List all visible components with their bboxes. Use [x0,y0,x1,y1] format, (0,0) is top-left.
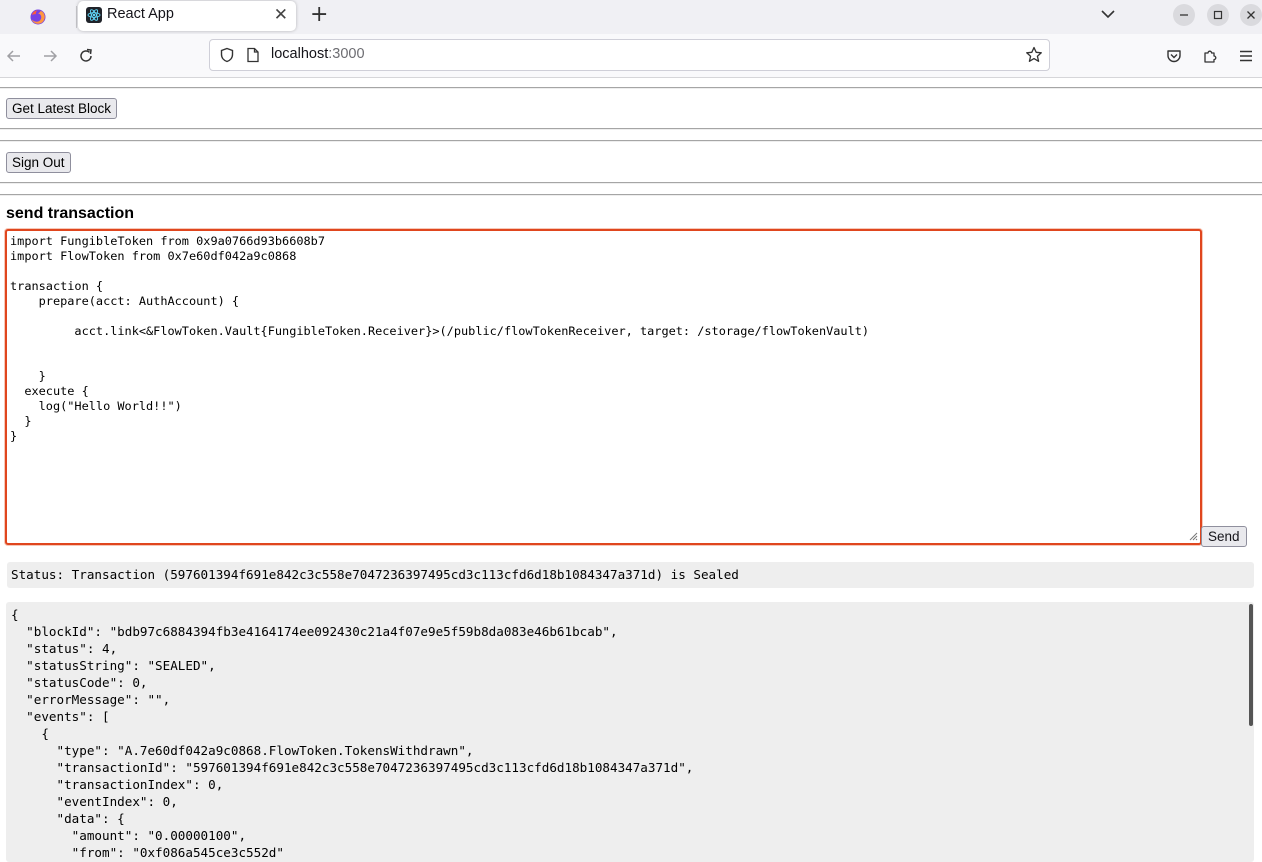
reload-button[interactable] [76,46,96,66]
tab-react-app[interactable]: React App ✕ [78,1,296,31]
hamburger-menu-icon [1240,50,1252,62]
divider [0,87,1262,89]
forward-arrow-icon [44,50,58,62]
reload-icon [80,48,92,62]
divider [0,140,1262,142]
navigation-toolbar: localhost:3000 [0,34,1262,78]
transaction-code-text: import FungibleToken from 0x9a0766d93b66… [10,234,870,443]
puzzle-icon [1204,50,1217,63]
firefox-view-tab[interactable] [0,0,76,34]
transaction-code-textarea[interactable]: import FungibleToken from 0x9a0766d93b66… [5,229,1202,545]
close-window-button[interactable] [1240,4,1262,26]
back-arrow-icon [6,50,20,62]
pocket-icon [1167,50,1181,63]
react-favicon-icon [86,7,102,23]
chevron-down-icon [1101,10,1115,19]
transaction-result-panel[interactable]: { "blockId": "bdb97c6884394fb3e4164174ee… [6,602,1254,862]
get-latest-block-button[interactable]: Get Latest Block [6,98,118,119]
tab-close-icon[interactable]: ✕ [274,5,288,25]
maximize-button[interactable] [1207,4,1229,26]
transaction-status: Status: Transaction (597601394f691e842c3… [7,562,1254,588]
back-button[interactable] [4,46,24,66]
tab-bar: React App ✕ + [0,0,1262,34]
pocket-button[interactable] [1164,46,1184,66]
divider [0,182,1262,184]
minimize-button[interactable] [1173,4,1195,26]
divider [0,128,1262,130]
shield-icon [220,47,234,63]
page-content: Get Latest Block Sign Out send transacti… [0,78,1262,862]
forward-button[interactable] [40,46,60,66]
page-icon [247,47,259,63]
close-icon [1247,11,1255,19]
send-button[interactable]: Send [1201,526,1247,547]
sign-out-button[interactable]: Sign Out [6,152,71,173]
tab-title: React App [107,6,174,22]
url-text: localhost:3000 [271,46,365,62]
list-all-tabs-button[interactable] [1098,4,1118,28]
send-transaction-heading: send transaction [6,205,135,222]
bookmark-star-icon[interactable] [1025,46,1043,64]
tab-separator [76,6,77,28]
minimize-icon [1180,14,1188,16]
url-bar[interactable]: localhost:3000 [209,39,1050,71]
new-tab-icon[interactable]: + [310,3,328,27]
extensions-button[interactable] [1200,46,1220,66]
scrollbar-thumb[interactable] [1249,604,1253,726]
maximize-icon [1213,10,1223,20]
divider [0,194,1262,196]
transaction-result-json: { "blockId": "bdb97c6884394fb3e4164174ee… [11,607,694,860]
resize-grip-icon[interactable] [1188,531,1198,541]
app-menu-button[interactable] [1236,46,1256,66]
firefox-icon [30,9,46,25]
